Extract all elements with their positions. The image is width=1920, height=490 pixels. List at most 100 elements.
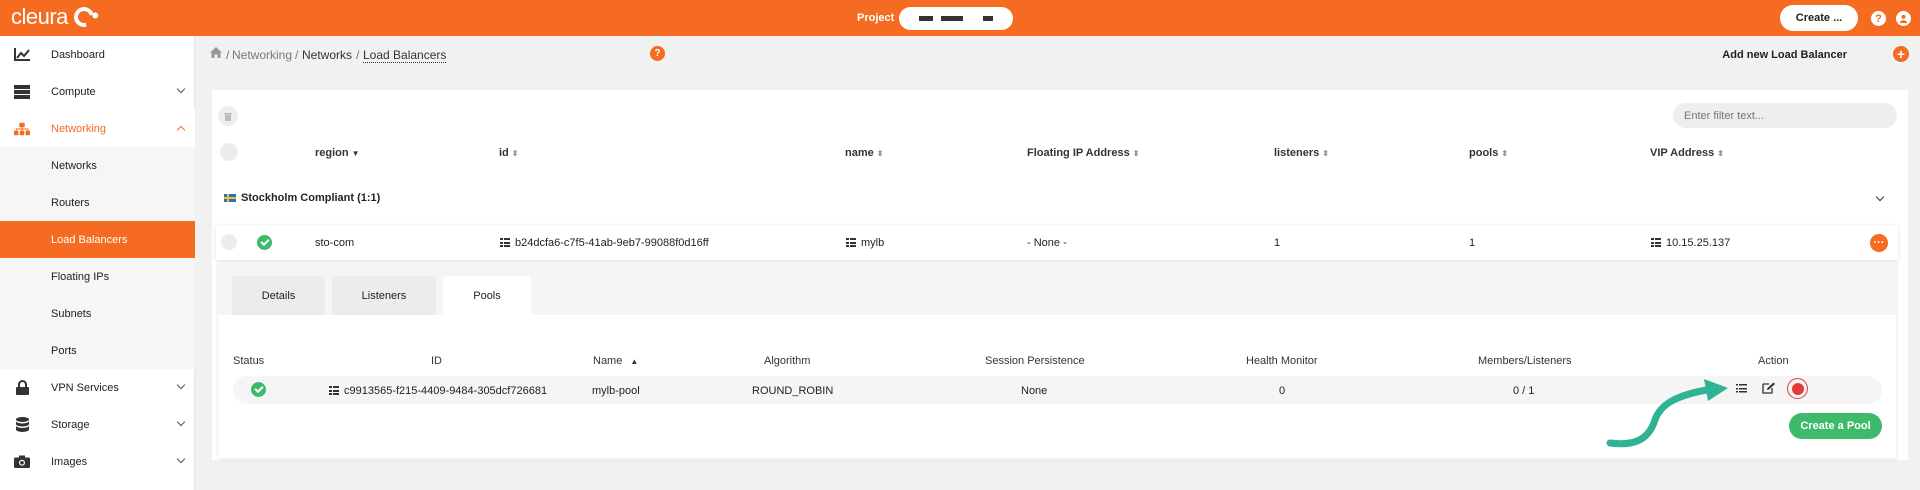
sidebar-item-subnets[interactable]: Subnets — [0, 295, 195, 332]
breadcrumb-load-balancers: Load Balancers — [363, 48, 447, 63]
sidebar-item-label: VPN Services — [51, 381, 119, 394]
cell-id[interactable]: b24dcfa6-c7f5-41ab-9eb7-99088f0d16ff — [500, 237, 709, 249]
breadcrumb-separator: / — [295, 48, 299, 62]
pool-cell-members-listeners: 0 / 1 — [1513, 385, 1535, 397]
chevron-down-icon — [176, 84, 186, 94]
cell-vip[interactable]: 10.15.25.137 — [1651, 237, 1730, 249]
column-header-id[interactable]: id ⬍ — [499, 147, 518, 159]
lock-icon — [14, 380, 30, 395]
plus-icon[interactable]: + — [1893, 46, 1909, 62]
tab-details[interactable]: Details — [232, 276, 325, 315]
pool-header-id: ID — [431, 355, 442, 367]
user-icon[interactable] — [1896, 11, 1911, 26]
sidebar-item-networking[interactable]: Networking — [0, 110, 195, 147]
breadcrumb-networks[interactable]: Networks — [302, 48, 352, 62]
region-group-header[interactable]: Stockholm Compliant (1:1) — [224, 192, 380, 204]
pool-header-status: Status — [233, 355, 265, 367]
sidebar-item-routers[interactable]: Routers — [0, 184, 195, 221]
sort-icon: ⬍ — [1132, 149, 1140, 158]
chevron-down-icon — [176, 380, 186, 390]
home-icon[interactable] — [210, 47, 222, 61]
sidebar-item-load-balancers[interactable]: Load Balancers — [0, 221, 195, 258]
list-icon — [500, 238, 510, 247]
project-selector[interactable] — [899, 7, 1013, 30]
sidebar-item-label: Networking — [51, 122, 107, 135]
breadcrumb-separator: / — [226, 48, 230, 62]
cell-name[interactable]: mylb — [846, 237, 884, 249]
list-icon — [846, 238, 856, 247]
pool-header-session-persistence: Session Persistence — [985, 355, 1085, 367]
pool-header-health-monitor: Health Monitor — [1246, 355, 1318, 367]
breadcrumb-separator: / — [356, 48, 360, 62]
sidebar-item-networks[interactable]: Networks — [0, 147, 195, 184]
column-header-region[interactable]: region ▼ — [315, 147, 360, 159]
sidebar-item-label: Ports — [51, 344, 77, 357]
database-icon — [14, 417, 30, 432]
column-header-label: region — [315, 147, 349, 159]
status-ok-icon — [257, 235, 272, 250]
sort-icon: ⬍ — [876, 149, 884, 158]
cleura-logo[interactable]: cleura — [11, 3, 98, 31]
sidebar-item-label: Floating IPs — [51, 270, 110, 283]
sidebar-item-storage[interactable]: Storage — [0, 406, 195, 443]
delete-pool-button[interactable] — [1787, 378, 1808, 399]
redacted-text — [919, 16, 933, 21]
breadcrumb-networking[interactable]: Networking — [232, 48, 292, 62]
sidebar-item-label: Routers — [51, 196, 90, 209]
column-header-pools[interactable]: pools ⬍ — [1469, 147, 1508, 159]
pool-header-action: Action — [1758, 355, 1789, 367]
sidebar-item-images[interactable]: Images — [0, 443, 195, 480]
sidebar-item-ports[interactable]: Ports — [0, 332, 195, 369]
tab-pools[interactable]: Pools — [443, 276, 531, 315]
column-header-name[interactable]: name ⬍ — [845, 147, 883, 159]
column-header-label: Floating IP Address — [1027, 147, 1130, 159]
filter-input[interactable] — [1673, 103, 1897, 128]
column-header-label: listeners — [1274, 147, 1320, 159]
column-header-label: VIP Address — [1650, 147, 1715, 159]
edit-icon[interactable] — [1762, 382, 1776, 394]
pool-cell-algorithm: ROUND_ROBIN — [752, 385, 834, 397]
sidebar-item-vpn-services[interactable]: VPN Services — [0, 369, 195, 406]
redacted-text — [941, 16, 963, 21]
create-button[interactable]: Create ... — [1780, 5, 1858, 31]
sidebar-item-label: Networks — [51, 159, 97, 172]
column-header-label: id — [499, 147, 509, 159]
sidebar-item-dashboard[interactable]: Dashboard — [0, 36, 195, 73]
help-icon[interactable]: ? — [1871, 11, 1886, 26]
pool-header-name[interactable]: Name ▲ — [593, 355, 638, 367]
sort-icon: ⬍ — [1322, 149, 1329, 158]
pool-cell-id-text: c9913565-f215-4409-9484-305dcf726681 — [344, 385, 548, 397]
create-pool-button[interactable]: Create a Pool — [1789, 413, 1882, 439]
logo-text: cleura — [11, 4, 68, 29]
pool-header-members-listeners: Members/Listeners — [1478, 355, 1572, 367]
sort-icon: ⬍ — [1501, 149, 1509, 158]
chevron-up-icon — [176, 125, 186, 135]
delete-selected-button[interactable] — [218, 106, 238, 126]
cell-floating-ip: - None - — [1027, 237, 1067, 249]
cell-vip-text: 10.15.25.137 — [1666, 237, 1731, 249]
trash-icon — [1791, 382, 1804, 395]
column-header-floating-ip[interactable]: Floating IP Address ⬍ — [1027, 147, 1139, 159]
tab-listeners[interactable]: Listeners — [332, 276, 436, 315]
help-icon[interactable]: ? — [650, 46, 665, 61]
add-load-balancer-link[interactable]: Add new Load Balancer — [1722, 49, 1847, 61]
cell-id-text: b24dcfa6-c7f5-41ab-9eb7-99088f0d16ff — [515, 237, 709, 249]
region-group-label: Stockholm Compliant (1:1) — [241, 192, 381, 204]
pool-header-label: Name — [593, 355, 623, 367]
sidebar-item-floating-ips[interactable]: Floating IPs — [0, 258, 195, 295]
select-all-checkbox[interactable] — [220, 143, 238, 161]
sidebar-item-compute[interactable]: Compute — [0, 73, 195, 110]
sort-icon: ⬍ — [1717, 149, 1724, 158]
column-header-listeners[interactable]: listeners ⬍ — [1274, 147, 1329, 159]
sweden-flag-icon — [224, 194, 236, 203]
chevron-down-icon — [176, 454, 186, 464]
pool-header-algorithm: Algorithm — [764, 355, 811, 367]
row-checkbox[interactable] — [221, 234, 237, 250]
column-header-vip[interactable]: VIP Address ⬍ — [1650, 147, 1724, 159]
more-actions-button[interactable]: ··· — [1870, 234, 1888, 252]
breadcrumb-bar: / Networking / Networks / Load Balancers… — [196, 36, 1920, 72]
network-icon — [14, 122, 30, 136]
column-header-label: pools — [1469, 147, 1499, 159]
pool-cell-id[interactable]: c9913565-f215-4409-9484-305dcf726681 — [329, 385, 547, 397]
trash-icon — [224, 112, 232, 121]
